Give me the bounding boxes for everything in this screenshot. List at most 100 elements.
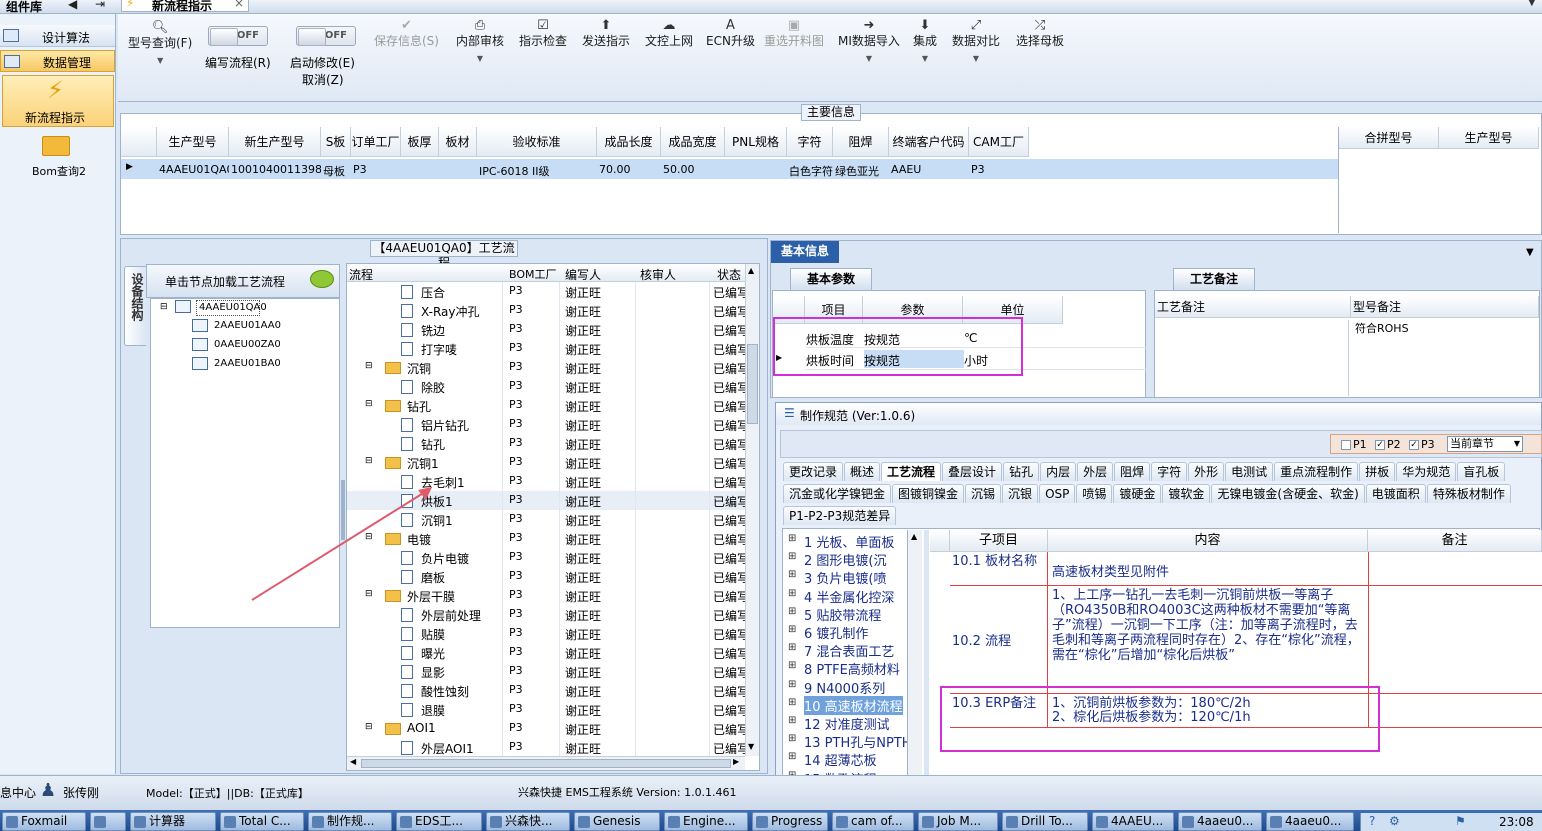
- nav-left-icon[interactable]: ◀: [68, 0, 77, 11]
- spec-tab[interactable]: 镀软金: [1162, 484, 1211, 503]
- taskbar-button[interactable]: [90, 812, 126, 831]
- save-info-button[interactable]: ✔ 保存信息(S): [374, 18, 439, 48]
- cancel-button[interactable]: 取消(Z): [302, 71, 344, 88]
- mi-import-button[interactable]: ➜ MI数据导入 ▼: [838, 18, 900, 66]
- toc-item[interactable]: ⊞ 2 图形电镀(沉: [784, 550, 907, 569]
- toc-item[interactable]: ⊞ 14 超薄芯板: [784, 750, 907, 769]
- spec-tab[interactable]: 镀硬金: [1113, 484, 1162, 503]
- taskbar-button[interactable]: Genesis: [574, 812, 660, 831]
- flow-row[interactable]: 打字唛 P3 谢正旺 已编写: [347, 339, 747, 358]
- collapse-ribbon-icon[interactable]: ▼: [1528, 0, 1536, 8]
- scroll-up-icon[interactable]: ▲: [748, 266, 754, 275]
- p2-checkbox[interactable]: ✓ P2: [1375, 438, 1401, 451]
- taskbar-button[interactable]: EDS工...: [396, 812, 482, 831]
- taskbar-button[interactable]: 计算器: [130, 812, 216, 831]
- model-query-button[interactable]: 🔍︎ 型号查询(F) ▼: [128, 20, 192, 68]
- expand-icon[interactable]: ⊞: [788, 569, 796, 580]
- spec-tab[interactable]: 拼板: [1359, 462, 1396, 481]
- toc-item[interactable]: ⊞ 6 镀孔制作: [784, 623, 907, 642]
- spec-tab[interactable]: 重点流程制作: [1274, 462, 1359, 481]
- taskbar-button[interactable]: Engine...: [664, 812, 748, 831]
- expand-icon[interactable]: ⊞: [788, 624, 796, 635]
- expand-icon[interactable]: ⊞: [788, 533, 796, 544]
- toc-item[interactable]: ⊞ 5 贴胶带流程: [784, 605, 907, 624]
- flow-row[interactable]: 外层AOI1 P3 谢正旺 已编写: [347, 738, 747, 757]
- tree-node-root[interactable]: 4AAEU01QA0: [196, 300, 267, 316]
- collapse-icon[interactable]: ⊟: [365, 456, 373, 466]
- flow-row[interactable]: 铝片钻孔 P3 谢正旺 已编写: [347, 415, 747, 434]
- taskbar-button[interactable]: 4AAEU...: [1092, 812, 1174, 831]
- scroll-up-icon[interactable]: ▲: [911, 532, 917, 541]
- table-cell[interactable]: 绿色亚光: [835, 163, 889, 179]
- spec-tab[interactable]: 叠层设计: [942, 462, 1003, 481]
- spec-tab[interactable]: 钻孔: [1003, 462, 1040, 481]
- spec-tab[interactable]: 字符: [1151, 462, 1188, 481]
- splitter-handle[interactable]: [924, 530, 929, 806]
- taskbar-button[interactable]: Total C...: [220, 812, 304, 831]
- spec-tab[interactable]: 概述: [844, 462, 881, 481]
- spec-tab[interactable]: 图镀铜镍金: [892, 484, 965, 503]
- flow-row[interactable]: 铣边 P3 谢正旺 已编写: [347, 320, 747, 339]
- expand-icon[interactable]: ⊞: [788, 715, 796, 726]
- p3-checkbox[interactable]: ✓ P3: [1409, 438, 1435, 451]
- expand-icon[interactable]: ⊞: [788, 642, 796, 653]
- toc-item[interactable]: ⊞ 4 半金属化控深: [784, 587, 907, 606]
- toc-item[interactable]: ⊞ 7 混合表面工艺: [784, 641, 907, 660]
- collapse-icon[interactable]: ⊟: [365, 399, 373, 409]
- tree-node[interactable]: 2AAEU01AA0: [214, 320, 281, 331]
- sidebar-item-bom[interactable]: Bom查询2: [2, 132, 114, 180]
- select-parent-button[interactable]: ⤮ 选择母板: [1016, 18, 1064, 48]
- taskbar-button[interactable]: Foxmail: [2, 812, 86, 831]
- flow-row[interactable]: ⊟ AOI1 P3 谢正旺 已编写: [347, 719, 747, 738]
- taskbar-button[interactable]: 制作规...: [308, 812, 392, 831]
- scroll-right-icon[interactable]: ▶: [733, 757, 739, 766]
- toc-item[interactable]: ⊞ 8 PTFE高频材料: [784, 659, 907, 678]
- taskbar-button[interactable]: 兴森快...: [486, 812, 570, 831]
- send-button[interactable]: ⬆ 发送指示: [582, 18, 630, 48]
- sidebar-item-data-mgmt[interactable]: 数据管理: [0, 50, 115, 72]
- expand-icon[interactable]: ⊞: [788, 751, 796, 762]
- doc-tab[interactable]: ⚡ 新流程指示 ×: [121, 0, 249, 13]
- flow-row[interactable]: ⊟ 沉铜 P3 谢正旺 已编写: [347, 358, 747, 377]
- sidebar-item-design-algo[interactable]: 设计算法: [0, 25, 115, 47]
- expand-icon[interactable]: ⊞: [788, 660, 796, 671]
- table-cell[interactable]: 白色字符: [789, 163, 833, 179]
- flow-row[interactable]: X-Ray冲孔 P3 谢正旺 已编写: [347, 301, 747, 320]
- expand-icon[interactable]: ⊞: [788, 697, 796, 708]
- table-cell[interactable]: IPC-6018 II级: [479, 163, 597, 179]
- reselect-button[interactable]: ▣ 重选开料图: [764, 18, 824, 48]
- process-note-text[interactable]: [1155, 320, 1349, 396]
- p1-checkbox[interactable]: P1: [1341, 438, 1367, 451]
- table-cell[interactable]: 4AAEU01QA0: [159, 163, 229, 176]
- toc-item[interactable]: ⊞ 1 光板、单面板: [784, 532, 907, 551]
- table-cell[interactable]: 50.00: [663, 163, 725, 176]
- equipment-structure-vtab[interactable]: 设备结构: [124, 266, 146, 346]
- table-cell[interactable]: 母板: [323, 163, 351, 179]
- flow-row[interactable]: 退膜 P3 谢正旺 已编写: [347, 700, 747, 719]
- taskbar-button[interactable]: 4aaeu0...: [1178, 812, 1262, 831]
- spec-tab[interactable]: 外层: [1077, 462, 1114, 481]
- collapse-icon[interactable]: ⊟: [365, 722, 373, 732]
- spec-tab[interactable]: 工艺流程: [881, 462, 942, 481]
- spec-tab[interactable]: 无镍电镀金(含硬金、软金): [1211, 484, 1365, 503]
- flag-icon[interactable]: ⚑: [1455, 814, 1466, 828]
- toc-item[interactable]: ⊞ 9 N4000系列: [784, 678, 907, 697]
- spec-tab[interactable]: 内层: [1040, 462, 1077, 481]
- taskbar-button[interactable]: Progress: [752, 812, 828, 831]
- table-cell[interactable]: P3: [971, 163, 1029, 176]
- spec-tab[interactable]: 喷锡: [1076, 484, 1113, 503]
- expand-icon[interactable]: ⊞: [788, 733, 796, 744]
- spec-tab[interactable]: 沉银: [1002, 484, 1039, 503]
- message-center-link[interactable]: 息中心: [0, 784, 36, 801]
- auto-modify-toggle[interactable]: OFF: [296, 26, 356, 46]
- scroll-down-icon[interactable]: ▼: [748, 742, 754, 751]
- spec-tab[interactable]: P1-P2-P3规范差异: [783, 506, 897, 525]
- model-note-text[interactable]: 符合ROHS: [1355, 320, 1409, 336]
- table-cell[interactable]: 70.00: [599, 163, 661, 176]
- table-row[interactable]: 10.1 板材名称 高速板材类型见附件: [950, 552, 1542, 586]
- flow-row[interactable]: 显影 P3 谢正旺 已编写: [347, 662, 747, 681]
- spec-tab[interactable]: 沉金或化学镍钯金: [783, 484, 892, 503]
- scroll-thumb[interactable]: [361, 759, 731, 768]
- flow-row[interactable]: 酸性蚀刻 P3 谢正旺 已编写: [347, 681, 747, 700]
- pin-icon[interactable]: ⇥: [95, 0, 105, 11]
